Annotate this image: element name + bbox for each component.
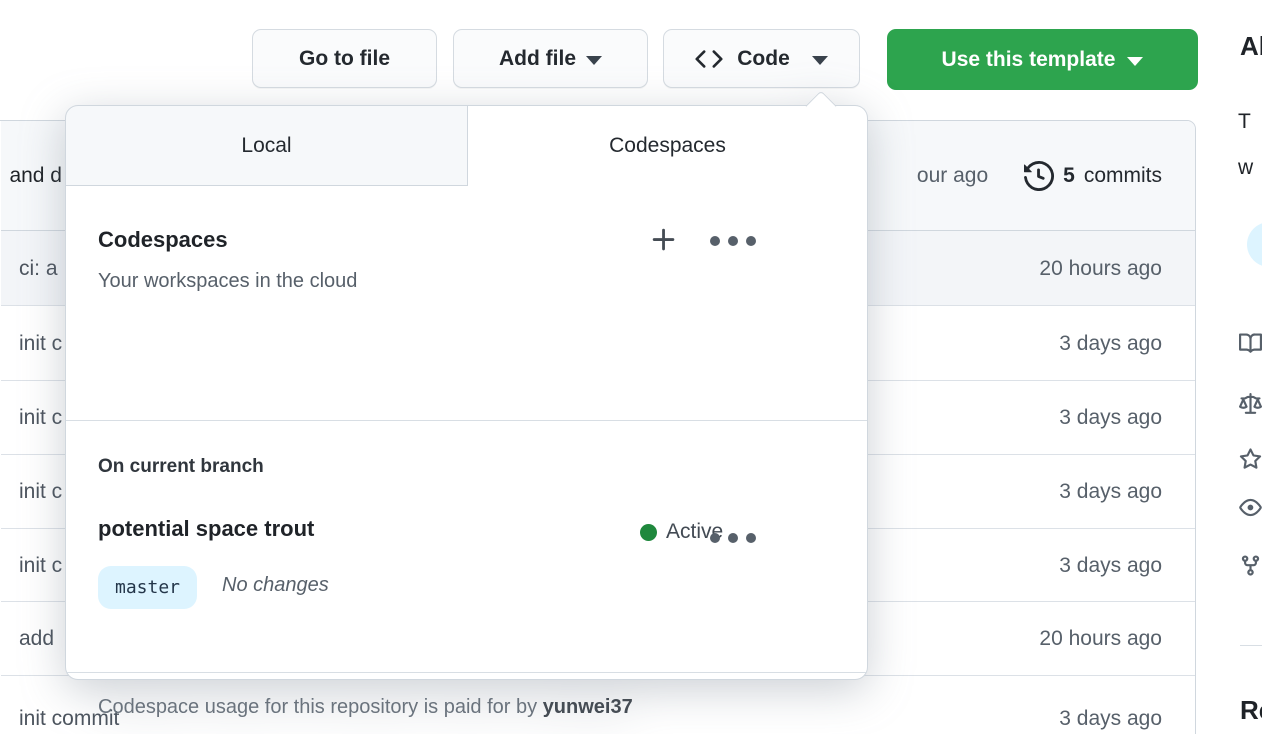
commit-time: 3 days ago bbox=[1059, 406, 1162, 429]
commits-label: commits bbox=[1083, 164, 1162, 187]
github-repo-page: { "toolbar": { "go_to_file_label": "Go t… bbox=[0, 0, 1262, 734]
code-button[interactable]: Code bbox=[663, 29, 860, 88]
commit-message[interactable]: init c bbox=[19, 306, 62, 380]
commit-bar-right: our ago 5 commits bbox=[917, 121, 1162, 231]
sidebar-divider bbox=[1240, 645, 1262, 646]
codespace-name-link[interactable]: potential space trout bbox=[98, 516, 314, 542]
releases-heading: Releases bbox=[1240, 695, 1262, 725]
dropdown-tabs: Local Codespaces bbox=[65, 105, 868, 186]
go-to-file-button[interactable]: Go to file bbox=[252, 29, 437, 88]
about-description-line: w bbox=[1238, 156, 1254, 179]
commit-message[interactable]: ci: a bbox=[19, 231, 58, 305]
law-icon[interactable] bbox=[1239, 393, 1262, 416]
usage-footer-owner: yunwei37 bbox=[542, 696, 633, 718]
commit-time: 3 days ago bbox=[1059, 707, 1162, 730]
chevron-down-icon bbox=[586, 55, 602, 65]
code-dropdown: Local Codespaces Codespaces Your workspa… bbox=[65, 90, 868, 718]
commit-message[interactable]: add bbox=[19, 602, 54, 675]
codespaces-panel: Codespaces Your workspaces in the cloud … bbox=[65, 186, 868, 718]
chevron-down-icon bbox=[811, 55, 828, 65]
tab-local[interactable]: Local bbox=[65, 105, 468, 186]
code-icon bbox=[695, 45, 723, 73]
code-label: Code bbox=[737, 46, 790, 70]
latest-commit-message-clip: and d bbox=[1, 121, 64, 231]
eye-icon[interactable] bbox=[1239, 496, 1262, 519]
use-template-label: Use this template bbox=[941, 47, 1116, 71]
current-branch-label: On current branch bbox=[98, 456, 264, 477]
about-sidebar: About T w Releases bbox=[1238, 0, 1262, 734]
commit-message-clip: init c bbox=[1, 381, 65, 454]
branch-badge: master bbox=[98, 566, 198, 609]
book-icon[interactable] bbox=[1239, 332, 1262, 355]
chevron-down-icon bbox=[1127, 56, 1144, 66]
add-file-label: Add file bbox=[499, 46, 576, 70]
commits-link[interactable]: 5 commits bbox=[1024, 161, 1162, 191]
plus-icon bbox=[649, 225, 679, 255]
latest-commit-time: our ago bbox=[916, 164, 989, 187]
divider bbox=[66, 672, 867, 673]
history-icon bbox=[1024, 161, 1055, 191]
codespaces-subtitle: Your workspaces in the cloud bbox=[98, 270, 358, 292]
go-to-file-label: Go to file bbox=[299, 46, 390, 70]
use-template-button[interactable]: Use this template bbox=[887, 29, 1198, 90]
commit-time: 3 days ago bbox=[1059, 332, 1162, 355]
fork-icon[interactable] bbox=[1239, 554, 1262, 577]
topic-badge-fragment[interactable] bbox=[1247, 222, 1262, 267]
star-icon[interactable] bbox=[1239, 448, 1262, 471]
divider bbox=[66, 420, 867, 421]
commit-message[interactable]: init c bbox=[19, 455, 62, 528]
changes-status: No changes bbox=[222, 574, 329, 596]
kebab-icon bbox=[710, 236, 756, 246]
commit-message-clip: init c bbox=[1, 306, 65, 380]
codespace-menu-button[interactable] bbox=[709, 531, 757, 545]
commit-message[interactable]: init c bbox=[19, 529, 62, 601]
commit-message-clip: init c bbox=[1, 455, 65, 528]
commit-message-clip: init c bbox=[1, 529, 65, 601]
commit-message-clip: ci: a bbox=[1, 231, 65, 305]
active-dot-icon bbox=[640, 523, 657, 541]
kebab-icon bbox=[710, 533, 756, 543]
codespaces-title: Codespaces bbox=[98, 227, 228, 252]
usage-footer: Codespace usage for this repository is p… bbox=[98, 696, 633, 719]
commit-time: 3 days ago bbox=[1059, 480, 1162, 503]
about-heading: About bbox=[1240, 31, 1262, 61]
commit-time: 20 hours ago bbox=[1039, 627, 1162, 650]
commit-message-clip: add bbox=[1, 602, 65, 675]
latest-commit-message[interactable]: and d bbox=[9, 121, 62, 231]
codespaces-menu-button[interactable] bbox=[709, 234, 757, 248]
new-codespace-button[interactable] bbox=[648, 224, 680, 256]
commits-count: 5 bbox=[1063, 164, 1075, 187]
commit-time: 3 days ago bbox=[1059, 554, 1162, 577]
usage-footer-text: Codespace usage for this repository is p… bbox=[98, 696, 538, 718]
add-file-button[interactable]: Add file bbox=[453, 29, 648, 88]
commit-message[interactable]: init c bbox=[19, 381, 62, 454]
commit-time: 20 hours ago bbox=[1039, 257, 1162, 280]
tab-codespaces[interactable]: Codespaces bbox=[468, 105, 868, 186]
about-description-line: T bbox=[1238, 110, 1251, 133]
